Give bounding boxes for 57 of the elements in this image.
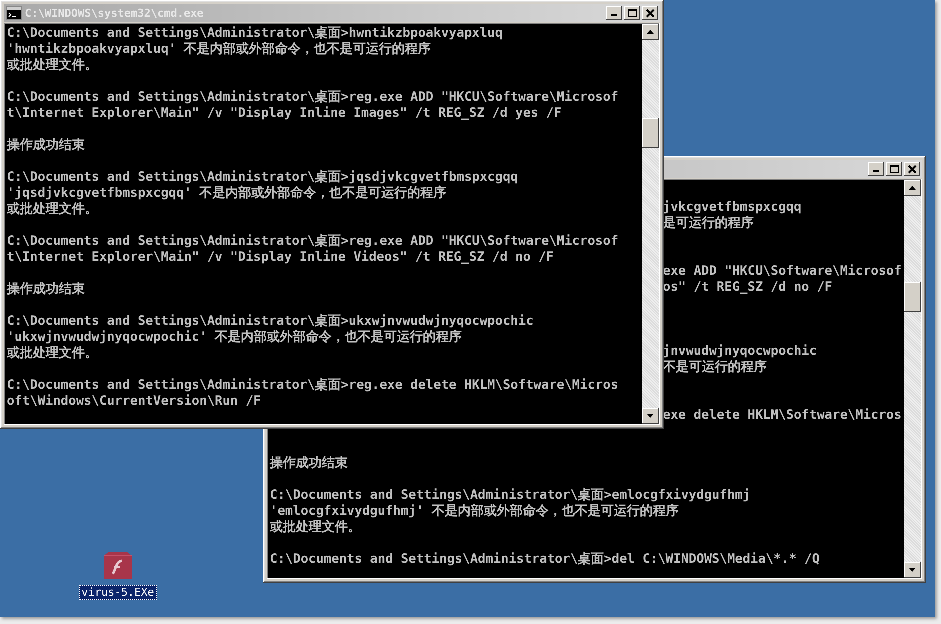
minimize-icon <box>611 14 617 16</box>
console-line: 'hwntikzbpoakvyapxluq' 不是内部或外部命令，也不是可运行的程序 <box>7 42 432 58</box>
console-line: C:\Documents and Settings\Administrator\桌面>emlocgfxivydgufhmj <box>270 488 751 504</box>
up-arrow-icon <box>909 186 916 190</box>
minimize-button[interactable] <box>606 6 622 20</box>
scroll-thumb[interactable] <box>642 118 659 148</box>
console-line: t\Internet Explorer\Main" /v "Display Inline Videos" /t REG_SZ /d no /F <box>7 250 554 266</box>
console-line: 或批处理文件。 <box>7 202 98 218</box>
down-arrow-icon <box>909 568 916 572</box>
maximize-button[interactable] <box>886 162 902 176</box>
console-line: 操作成功结束 <box>270 456 348 472</box>
scroll-down-button[interactable] <box>642 408 659 424</box>
icon-label[interactable]: virus-5.EXe <box>78 585 158 600</box>
down-arrow-icon <box>647 414 654 418</box>
close-button[interactable] <box>904 162 920 176</box>
scrollbar[interactable] <box>642 24 659 424</box>
console-line: jvkcgvetfbmspxcgqq <box>663 200 802 216</box>
scroll-up-button[interactable] <box>904 180 921 196</box>
console-line: C:\Documents and Settings\Administrator\桌面>ukxwjnvwudwjnyqocwpochic <box>7 314 534 330</box>
console-line: jnvwudwjnyqocwpochic <box>663 344 818 360</box>
console-line: exe ADD "HKCU\Software\Microsof <box>663 264 902 280</box>
console-line: C:\Documents and Settings\Administrator\桌面>hwntikzbpoakvyapxluq <box>7 26 503 42</box>
maximize-icon <box>889 164 899 174</box>
console-line: os" /t REG_SZ /d no /F <box>663 280 832 296</box>
scroll-down-button[interactable] <box>904 562 921 578</box>
maximize-button[interactable] <box>624 6 640 20</box>
console-line: C:\Documents and Settings\Administrator\桌面>jqsdjvkcgvetfbmspxcgqq <box>7 170 518 186</box>
console-line: 'ukxwjnvwudwjnyqocwpochic' 不是内部或外部命令，也不是可运行的程序 <box>7 330 462 346</box>
close-icon <box>644 8 656 18</box>
scroll-up-button[interactable] <box>642 24 659 40</box>
console-line: C:\Documents and Settings\Administrator\桌面>reg.exe ADD "HKCU\Software\Microsof <box>7 234 619 250</box>
console-icon <box>6 6 22 20</box>
console-line: 不是可运行的程序 <box>663 360 767 376</box>
console-line: t\Internet Explorer\Main" /v "Display Inline Images" /t REG_SZ /d yes /F <box>7 106 562 122</box>
console-line: 或批处理文件。 <box>7 58 98 74</box>
console-line: 操作成功结束 <box>7 138 85 154</box>
close-icon <box>906 164 918 174</box>
console-line: C:\Documents and Settings\Administrator\桌面>del C:\WINDOWS\Media\*.* /Q <box>270 552 820 568</box>
console-line: exe delete HKLM\Software\Micros <box>663 408 902 424</box>
console-line: 或批处理文件。 <box>7 346 98 362</box>
scroll-thumb[interactable] <box>904 282 921 312</box>
close-button[interactable] <box>642 6 658 20</box>
console-line: 操作成功结束 <box>7 282 85 298</box>
console-line: C:\Documents and Settings\Administrator\桌面>reg.exe delete HKLM\Software\Micros <box>7 378 619 394</box>
console-line: 或批处理文件。 <box>270 520 361 536</box>
file-icon <box>101 550 135 582</box>
console-line: oft\Windows\CurrentVersion\Run /F <box>7 394 262 410</box>
console-line: 是可运行的程序 <box>663 216 754 232</box>
window-title: C:\WINDOWS\system32\cmd.exe <box>25 6 204 20</box>
up-arrow-icon <box>647 30 654 34</box>
minimize-button[interactable] <box>868 162 884 176</box>
console-line: 'emlocgfxivydgufhmj' 不是内部或外部命令，也不是可运行的程序 <box>270 504 679 520</box>
maximize-icon <box>627 8 637 18</box>
scrollbar[interactable] <box>904 180 921 578</box>
console-line: C:\Documents and Settings\Administrator\桌面>reg.exe ADD "HKCU\Software\Microsof <box>7 90 619 106</box>
console-line: 'jqsdjvkcgvetfbmspxcgqq' 不是内部或外部命令，也不是可运行的程序 <box>7 186 447 202</box>
minimize-icon <box>873 170 879 172</box>
